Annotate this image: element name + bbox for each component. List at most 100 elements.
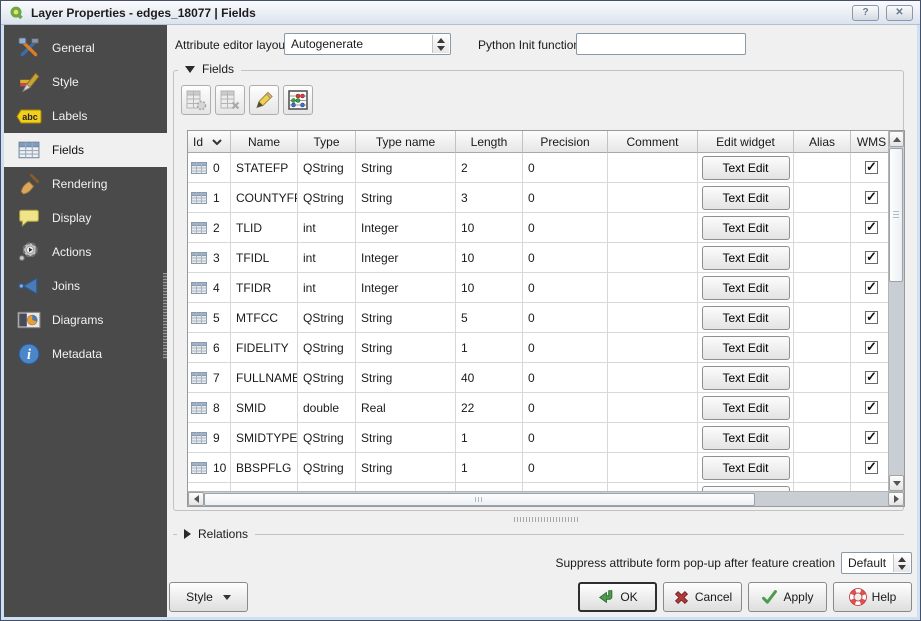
alias-cell[interactable] [794, 273, 851, 303]
type-name-cell[interactable]: Integer [356, 213, 456, 243]
column-header-name[interactable]: Name [231, 131, 298, 153]
comment-cell[interactable] [608, 303, 698, 333]
id-cell[interactable]: 2 [188, 213, 231, 243]
text-edit-button[interactable]: Text Edit [702, 246, 790, 270]
sidebar-item-actions[interactable]: Actions [4, 235, 167, 269]
table-row[interactable]: ✓ [188, 483, 888, 491]
table-row[interactable]: 5 MTFCC QString String 5 0 Text Edit ✓ [188, 303, 888, 333]
name-cell[interactable]: STATEFP [231, 153, 298, 183]
name-cell[interactable]: FIDELITY [231, 333, 298, 363]
comment-cell[interactable] [608, 213, 698, 243]
length-cell[interactable]: 1 [456, 453, 523, 483]
type-cell[interactable]: QString [298, 183, 356, 213]
wms-checkbox[interactable]: ✓ [865, 251, 878, 264]
scroll-down-button[interactable] [889, 475, 904, 491]
precision-cell[interactable]: 0 [523, 153, 608, 183]
sidebar-item-metadata[interactable]: i Metadata [4, 337, 167, 371]
comment-cell[interactable] [608, 273, 698, 303]
type-name-cell[interactable]: String [356, 303, 456, 333]
length-cell[interactable]: 22 [456, 393, 523, 423]
delete-column-button[interactable] [215, 85, 245, 115]
type-cell[interactable]: QString [298, 303, 356, 333]
horizontal-scrollbar[interactable] [188, 491, 904, 506]
text-edit-button[interactable]: Text Edit [702, 216, 790, 240]
cancel-button[interactable]: Cancel [663, 582, 742, 612]
text-edit-button[interactable]: Text Edit [702, 426, 790, 450]
precision-cell[interactable]: 0 [523, 333, 608, 363]
alias-cell[interactable] [794, 363, 851, 393]
alias-cell[interactable] [794, 393, 851, 423]
table-row[interactable]: 9 SMIDTYPE QString String 1 0 Text Edit … [188, 423, 888, 453]
text-edit-button[interactable]: Text Edit [702, 186, 790, 210]
title-bar[interactable]: Layer Properties - edges_18077 | Fields … [1, 1, 920, 25]
sidebar-item-diagrams[interactable]: Diagrams [4, 303, 167, 337]
type-name-cell[interactable]: String [356, 423, 456, 453]
vertical-scrollbar-thumb[interactable] [889, 148, 903, 282]
type-cell[interactable]: QString [298, 453, 356, 483]
precision-cell[interactable]: 0 [523, 453, 608, 483]
id-cell[interactable]: 9 [188, 423, 231, 453]
length-cell[interactable]: 3 [456, 183, 523, 213]
length-cell[interactable]: 10 [456, 243, 523, 273]
wms-checkbox[interactable]: ✓ [865, 281, 878, 294]
alias-cell[interactable] [794, 243, 851, 273]
column-header-wms[interactable]: WMS [851, 131, 888, 153]
column-header-precision[interactable]: Precision [523, 131, 608, 153]
suppress-combobox[interactable]: Default [841, 552, 912, 574]
horizontal-scrollbar-thumb[interactable] [204, 493, 755, 506]
new-column-button[interactable] [181, 85, 211, 115]
precision-cell[interactable]: 0 [523, 303, 608, 333]
wms-checkbox[interactable]: ✓ [865, 191, 878, 204]
id-cell[interactable]: 10 [188, 453, 231, 483]
table-row[interactable]: 1 COUNTYFP QString String 3 0 Text Edit … [188, 183, 888, 213]
type-name-cell[interactable]: String [356, 453, 456, 483]
name-cell[interactable]: TFIDL [231, 243, 298, 273]
precision-cell[interactable]: 0 [523, 243, 608, 273]
table-row[interactable]: 2 TLID int Integer 10 0 Text Edit ✓ [188, 213, 888, 243]
name-cell[interactable]: SMID [231, 393, 298, 423]
ok-button[interactable]: OK [578, 582, 657, 612]
column-header-comment[interactable]: Comment [608, 131, 698, 153]
comment-cell[interactable] [608, 363, 698, 393]
type-name-cell[interactable]: Real [356, 393, 456, 423]
type-cell[interactable]: QString [298, 423, 356, 453]
length-cell[interactable]: 40 [456, 363, 523, 393]
sidebar-item-general[interactable]: General [4, 31, 167, 65]
style-menu-button[interactable]: Style [169, 582, 248, 612]
table-row[interactable]: 7 FULLNAME QString String 40 0 Text Edit… [188, 363, 888, 393]
length-cell[interactable] [456, 483, 523, 491]
field-calculator-button[interactable] [283, 85, 313, 115]
type-name-cell[interactable]: String [356, 363, 456, 393]
text-edit-button[interactable]: Text Edit [702, 156, 790, 180]
apply-button[interactable]: Apply [748, 582, 827, 612]
alias-cell[interactable] [794, 303, 851, 333]
sidebar-item-display[interactable]: Display [4, 201, 167, 235]
type-name-cell[interactable]: String [356, 333, 456, 363]
alias-cell[interactable] [794, 183, 851, 213]
text-edit-button[interactable]: Text Edit [702, 276, 790, 300]
length-cell[interactable]: 10 [456, 213, 523, 243]
alias-cell[interactable] [794, 453, 851, 483]
precision-cell[interactable]: 0 [523, 423, 608, 453]
type-cell[interactable]: int [298, 243, 356, 273]
type-name-cell[interactable]: Integer [356, 273, 456, 303]
type-cell[interactable]: int [298, 213, 356, 243]
alias-cell[interactable] [794, 333, 851, 363]
length-cell[interactable]: 1 [456, 333, 523, 363]
id-cell[interactable]: 4 [188, 273, 231, 303]
scroll-up-button[interactable] [889, 131, 904, 147]
alias-cell[interactable] [794, 153, 851, 183]
column-header-edit-widget[interactable]: Edit widget [698, 131, 794, 153]
id-cell[interactable]: 6 [188, 333, 231, 363]
attribute-editor-layout-combobox[interactable]: Autogenerate [284, 33, 451, 55]
vertical-scrollbar[interactable] [888, 131, 904, 491]
column-header-type-name[interactable]: Type name [356, 131, 456, 153]
id-cell[interactable]: 5 [188, 303, 231, 333]
comment-cell[interactable] [608, 483, 698, 491]
type-cell[interactable]: int [298, 273, 356, 303]
text-edit-button[interactable]: Text Edit [702, 366, 790, 390]
precision-cell[interactable]: 0 [523, 213, 608, 243]
text-edit-button[interactable]: Text Edit [702, 336, 790, 360]
comment-cell[interactable] [608, 393, 698, 423]
name-cell[interactable]: SMIDTYPE [231, 423, 298, 453]
